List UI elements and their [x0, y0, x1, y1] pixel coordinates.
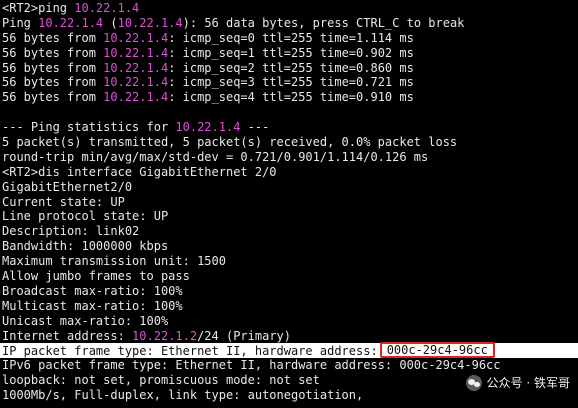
terminal-line: Description: link02	[2, 224, 578, 239]
terminal-text: IPv6 packet frame type: Ethernet II, har…	[2, 358, 501, 373]
terminal-line: round-trip min/avg/max/std-dev = 0.721/0…	[2, 150, 578, 165]
terminal-line: <RT2>ping 10.22.1.4	[2, 1, 578, 16]
terminal-text: 56 bytes from	[2, 75, 104, 90]
terminal-line: 56 bytes from 10.22.1.4: icmp_seq=1 ttl=…	[2, 46, 578, 61]
terminal-text: 56 bytes from	[2, 60, 104, 75]
terminal-text: Internet address:	[2, 328, 133, 343]
terminal-text: 56 bytes from	[2, 45, 104, 60]
watermark: 公众号 · 铁军哥	[465, 374, 570, 391]
terminal-line: GigabitEthernet2/0	[2, 180, 578, 195]
terminal-text: <RT2>dis interface GigabitEthernet 2/0	[2, 164, 277, 179]
terminal-line: --- Ping statistics for 10.22.1.4 ---	[2, 120, 578, 135]
terminal-line: 5 packet(s) transmitted, 5 packet(s) rec…	[2, 135, 578, 150]
terminal-text: Ping	[2, 15, 39, 30]
terminal-text: Line protocol state: UP	[2, 209, 169, 224]
ip-address: 10.22.1.4	[38, 15, 104, 30]
terminal-text: : icmp_seq=4 ttl=255 time=0.910 ms	[168, 90, 414, 105]
terminal-text: Maximum transmission unit: 1500	[2, 254, 226, 269]
terminal-text: 56 bytes from	[2, 90, 104, 105]
terminal-text: 56 bytes from	[2, 30, 104, 45]
terminal-text: Multicast max-ratio: 100%	[2, 298, 183, 313]
terminal-line: 56 bytes from 10.22.1.4: icmp_seq=3 ttl=…	[2, 75, 578, 90]
terminal-line: 56 bytes from 10.22.1.4: icmp_seq=4 ttl=…	[2, 90, 578, 105]
terminal-text: : icmp_seq=3 ttl=255 time=0.721 ms	[168, 75, 414, 90]
terminal-text: Description: link02	[2, 224, 140, 239]
terminal-text: : icmp_seq=2 ttl=255 time=0.860 ms	[168, 60, 414, 75]
terminal-line: 56 bytes from 10.22.1.4: icmp_seq=2 ttl=…	[2, 61, 578, 76]
terminal-line: Allow jumbo frames to pass	[2, 269, 578, 284]
highlighted-terminal-line: IP packet frame type: Ethernet II, hardw…	[0, 342, 578, 359]
terminal-text: Allow jumbo frames to pass	[2, 269, 190, 284]
terminal-text: --- Ping statistics for	[2, 120, 176, 135]
terminal-text: ): 56 data bytes, press CTRL_C to break	[182, 15, 465, 30]
terminal-text: Current state: UP	[2, 194, 125, 209]
wechat-icon	[465, 374, 482, 391]
ip-address: 10.22.1.4	[103, 45, 169, 60]
terminal-line: IPv6 packet frame type: Ethernet II, har…	[2, 358, 578, 373]
terminal-text: Broadcast max-ratio: 100%	[2, 283, 183, 298]
terminal-line: <RT2>dis interface GigabitEthernet 2/0	[2, 165, 578, 180]
terminal-text: (	[103, 15, 118, 30]
terminal-line: Broadcast max-ratio: 100%	[2, 284, 578, 299]
terminal-text: <RT2>ping	[2, 1, 75, 15]
terminal-text: Unicast max-ratio: 100%	[2, 313, 169, 328]
terminal-text: : icmp_seq=0 ttl=255 time=1.114 ms	[168, 30, 414, 45]
terminal-text: : icmp_seq=1 ttl=255 time=0.902 ms	[168, 45, 414, 60]
terminal-line: Multicast max-ratio: 100%	[2, 299, 578, 314]
mac-address-highlight: 000c-29c4-96cc	[379, 342, 495, 359]
terminal-text: /24 (Primary)	[197, 328, 291, 343]
terminal-line: Maximum transmission unit: 1500	[2, 254, 578, 269]
terminal-line: Ping 10.22.1.4 (10.22.1.4): 56 data byte…	[2, 16, 578, 31]
terminal-text: ---	[240, 120, 270, 135]
ip-address: 10.22.1.4	[103, 30, 169, 45]
ip-address: 10.22.1.2	[132, 328, 198, 343]
ip-address: 10.22.1.4	[103, 60, 169, 75]
terminal-line: Bandwidth: 1000000 kbps	[2, 239, 578, 254]
terminal-output[interactable]: <RT2>ping 10.22.1.4 Ping 10.22.1.4 (10.22…	[0, 1, 578, 403]
terminal-text: 5 packet(s) transmitted, 5 packet(s) rec…	[2, 135, 458, 150]
terminal-line: Current state: UP	[2, 195, 578, 210]
terminal-line: Unicast max-ratio: 100%	[2, 314, 578, 329]
terminal-text: round-trip min/avg/max/std-dev = 0.721/0…	[2, 149, 429, 164]
terminal-text: GigabitEthernet2/0	[2, 179, 133, 194]
ip-address: 10.22.1.4	[103, 75, 169, 90]
terminal-line: 56 bytes from 10.22.1.4: icmp_seq=0 ttl=…	[2, 31, 578, 46]
ip-address: 10.22.1.4	[74, 1, 140, 15]
terminal-text: loopback: not set, promiscuous mode: not…	[2, 373, 320, 388]
ip-address: 10.22.1.4	[175, 120, 241, 135]
terminal-text: IP packet frame type: Ethernet II, hardw…	[2, 344, 378, 359]
ip-address: 10.22.1.4	[117, 15, 183, 30]
terminal-text: 1000Mb/s, Full-duplex, link type: autone…	[2, 388, 364, 403]
terminal-line: Line protocol state: UP	[2, 209, 578, 224]
terminal-text: Bandwidth: 1000000 kbps	[2, 239, 169, 254]
watermark-text: 公众号 · 铁军哥	[486, 376, 570, 390]
terminal-line: Internet address: 10.22.1.2/24 (Primary)	[2, 329, 578, 344]
ip-address: 10.22.1.4	[103, 90, 169, 105]
